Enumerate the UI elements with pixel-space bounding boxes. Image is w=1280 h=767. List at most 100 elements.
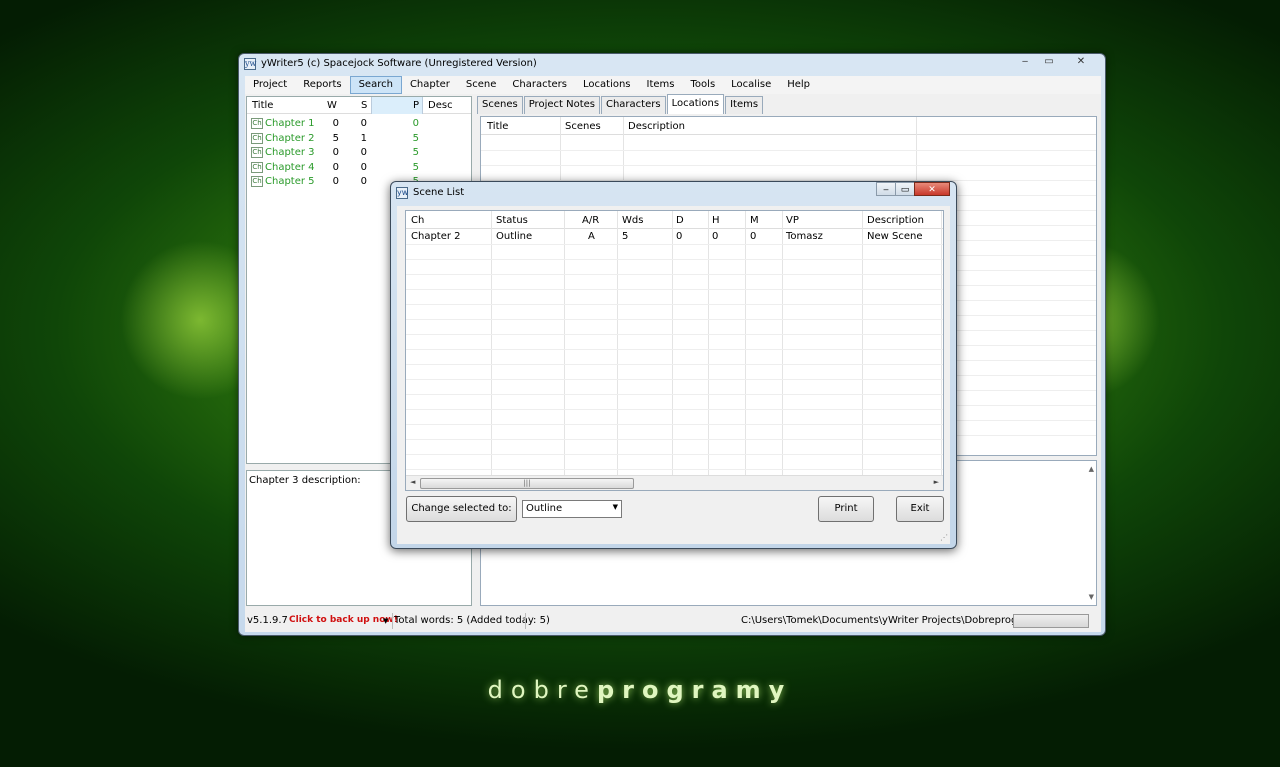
chapter-icon: Ch — [251, 162, 263, 173]
grid-line — [941, 211, 942, 475]
col-vp[interactable]: VP — [786, 215, 799, 226]
tab-items[interactable]: Items — [725, 96, 764, 114]
dialog-title: Scene List — [413, 187, 465, 198]
chapter-scenes: 1 — [360, 133, 367, 144]
scene-d: 0 — [676, 231, 683, 242]
grid-line — [406, 439, 943, 440]
tab-project-notes[interactable]: Project Notes — [523, 96, 600, 114]
chapter-title: Chapter 1 — [265, 118, 315, 129]
chapter-scenes: 0 — [360, 162, 367, 173]
maximize-button[interactable]: ▭ — [1037, 54, 1061, 70]
chapter-list-header: Title W S P Desc — [247, 97, 471, 114]
grid-line — [406, 319, 943, 320]
tab-locations[interactable]: Locations — [666, 94, 725, 114]
grid-line — [862, 211, 863, 475]
col-m[interactable]: M — [750, 215, 759, 226]
col-p[interactable]: P — [413, 100, 419, 111]
scrollbar-thumb[interactable]: ||| — [420, 478, 634, 489]
close-button[interactable]: ✕ — [1061, 54, 1101, 70]
menu-project[interactable]: Project — [245, 76, 295, 94]
chapter-progress: 5 — [412, 162, 419, 173]
menu-locations[interactable]: Locations — [575, 76, 639, 94]
scroll-down-icon[interactable]: ▼ — [1089, 593, 1094, 601]
tab-characters[interactable]: Characters — [600, 96, 666, 114]
scroll-left-icon[interactable]: ◄ — [410, 478, 415, 486]
col-status[interactable]: Status — [496, 215, 528, 226]
status-select[interactable]: Outline ▼ — [522, 500, 622, 518]
chapter-row[interactable]: Ch Chapter 2 5 1 5 — [247, 132, 471, 146]
grid-line — [406, 289, 943, 290]
grid-line — [782, 211, 783, 475]
exit-button[interactable]: Exit — [896, 496, 944, 522]
chapter-row[interactable]: Ch Chapter 3 0 0 5 — [247, 146, 471, 160]
col-h[interactable]: H — [712, 215, 720, 226]
chapter-icon: Ch — [251, 118, 263, 129]
minimize-button[interactable]: ‒ — [1013, 54, 1037, 70]
resize-grip-icon[interactable]: ⋰ — [940, 533, 948, 542]
grid-line — [406, 259, 943, 260]
dialog-maximize-button[interactable]: ▭ — [895, 182, 915, 196]
scroll-up-icon[interactable]: ▲ — [1089, 465, 1094, 473]
app-icon: yw — [244, 58, 257, 70]
menu-localise[interactable]: Localise — [723, 76, 779, 94]
menu-scene[interactable]: Scene — [458, 76, 505, 94]
col-title[interactable]: Title — [252, 100, 273, 111]
backup-link[interactable]: Click to back up now! — [289, 615, 398, 625]
tab-strip: Scenes Project Notes Characters Location… — [477, 94, 764, 114]
col-desc[interactable]: Desc — [428, 100, 453, 111]
scroll-right-icon[interactable]: ► — [934, 478, 939, 486]
chapter-row[interactable]: Ch Chapter 4 0 0 5 — [247, 161, 471, 175]
grid-line — [406, 334, 943, 335]
col-w[interactable]: W — [327, 100, 337, 111]
grid-line — [564, 211, 565, 475]
scene-h: 0 — [712, 231, 719, 242]
grid-line — [406, 379, 943, 380]
chapter-row[interactable]: Ch Chapter 1 0 0 0 — [247, 117, 471, 131]
grid-line — [481, 150, 1096, 151]
col-ar[interactable]: A/R — [582, 215, 599, 226]
col-location-description[interactable]: Description — [628, 121, 685, 132]
logo-light-text: dobre — [487, 676, 597, 704]
col-wds[interactable]: Wds — [622, 215, 643, 226]
menu-items[interactable]: Items — [639, 76, 683, 94]
locations-header: Title Scenes Description — [481, 117, 1096, 135]
backup-dropdown-icon[interactable]: ▼ — [383, 617, 388, 625]
horizontal-scrollbar[interactable]: ◄ ||| ► — [406, 475, 943, 490]
print-button[interactable]: Print — [818, 496, 874, 522]
scene-table[interactable]: Ch Status A/R Wds D H M VP Description C… — [405, 210, 944, 491]
tab-scenes[interactable]: Scenes — [477, 96, 523, 114]
scene-chapter: Chapter 2 — [411, 231, 461, 242]
menu-tools[interactable]: Tools — [683, 76, 724, 94]
grid-line — [406, 364, 943, 365]
col-ch[interactable]: Ch — [411, 215, 424, 226]
change-selected-button[interactable]: Change selected to: — [406, 496, 517, 522]
menu-search[interactable]: Search — [349, 76, 402, 94]
grid-line — [406, 244, 943, 245]
col-description[interactable]: Description — [867, 215, 924, 226]
grid-line — [672, 211, 673, 475]
col-location-title[interactable]: Title — [487, 121, 508, 132]
col-location-scenes[interactable]: Scenes — [565, 121, 601, 132]
dialog-app-icon: yw — [396, 187, 409, 199]
title-bar[interactable]: yw yWriter5 (c) Spacejock Software (Unre… — [239, 54, 1105, 74]
dialog-close-button[interactable]: ✕ — [914, 182, 950, 196]
menu-help[interactable]: Help — [779, 76, 818, 94]
col-d[interactable]: D — [676, 215, 684, 226]
chapter-icon: Ch — [251, 147, 263, 158]
version-label: v5.1.9.7 — [247, 615, 288, 626]
menu-reports[interactable]: Reports — [295, 76, 349, 94]
dialog-minimize-button[interactable]: ‒ — [876, 182, 896, 196]
chapter-words: 0 — [332, 118, 339, 129]
menu-characters[interactable]: Characters — [504, 76, 575, 94]
grid-line — [406, 274, 943, 275]
chapter-icon: Ch — [251, 133, 263, 144]
chapter-title: Chapter 2 — [265, 133, 315, 144]
col-s[interactable]: S — [361, 100, 367, 111]
grid-line — [481, 165, 1096, 166]
chapter-scenes: 0 — [360, 118, 367, 129]
status-select-value: Outline — [526, 503, 563, 514]
grid-line — [406, 304, 943, 305]
scene-status: Outline — [496, 231, 533, 242]
scene-vp: Tomasz — [786, 231, 823, 242]
menu-chapter[interactable]: Chapter — [402, 76, 458, 94]
